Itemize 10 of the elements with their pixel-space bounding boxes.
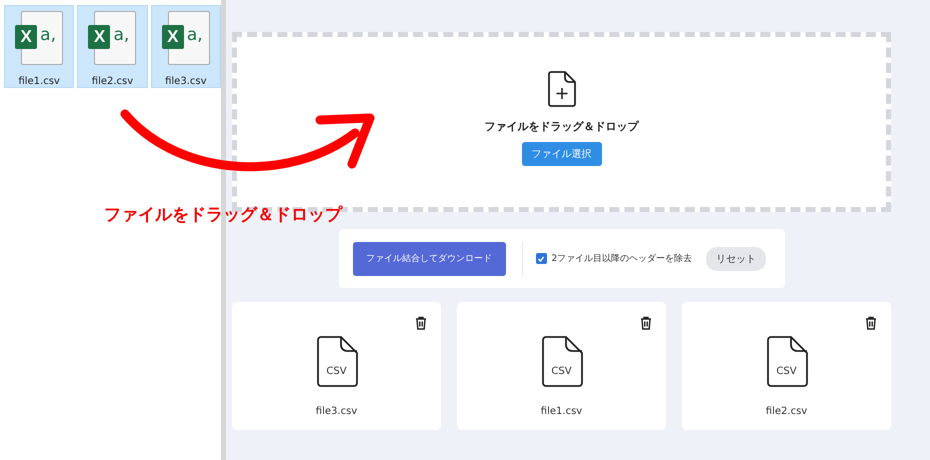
file-name: file1.csv	[540, 406, 582, 417]
reset-button[interactable]: リセット	[706, 246, 766, 270]
file-name: file3.csv	[316, 406, 358, 417]
desktop-file[interactable]: X a, file2.csv	[77, 5, 148, 88]
merge-download-button[interactable]: ファイル結合してダウンロード	[352, 242, 506, 276]
checkbox-label: 2ファイル目以降のヘッダーを除去	[552, 252, 692, 265]
desktop-file[interactable]: X a, file3.csv	[150, 5, 221, 88]
file-name: file2.csv	[766, 406, 808, 417]
drop-zone-title: ファイルをドラッグ＆ドロップ	[484, 118, 638, 134]
desktop-file[interactable]: X a, file1.csv	[4, 5, 74, 88]
